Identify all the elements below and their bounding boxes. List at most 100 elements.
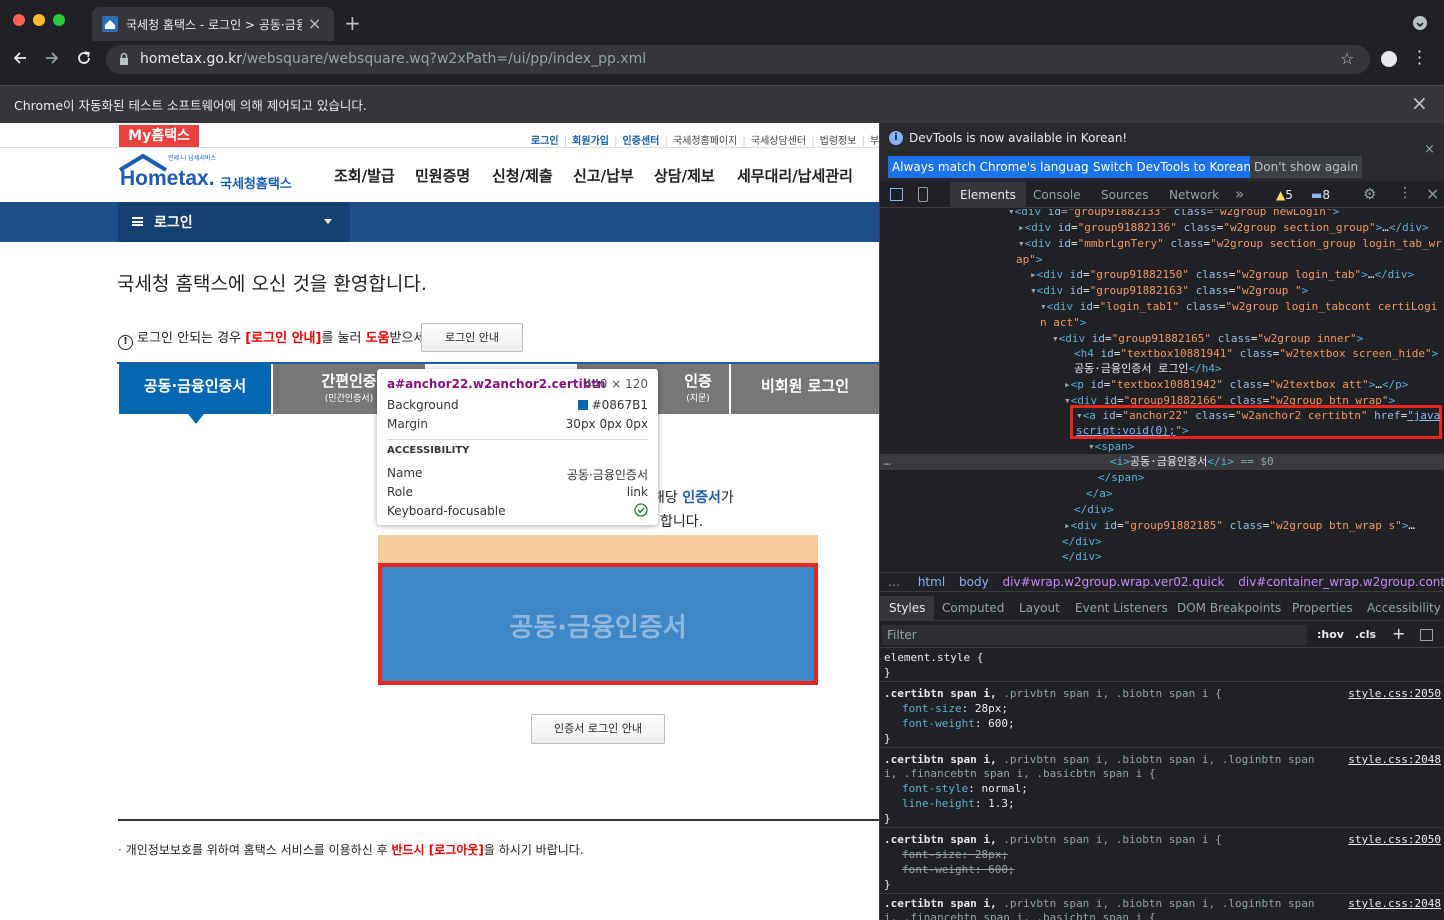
styles-pane[interactable]: element.style { } .certibtn span i, .pri… — [880, 649, 1444, 920]
rule-3-prop-2[interactable]: font-weight: 600; — [902, 862, 1015, 878]
browser-tab[interactable]: 국세청 홈택스 - 로그인 > 공동·금융인 × — [92, 7, 334, 41]
cls-toggle[interactable]: .cls — [1355, 628, 1376, 641]
rule-1-prop-1[interactable]: font-size: 28px; — [902, 701, 1008, 717]
cert-login-guide-button[interactable]: 인증서 로그인 안내 — [531, 714, 665, 744]
devtools-tab-sources[interactable]: Sources — [1101, 188, 1148, 202]
rule-3-source-link[interactable]: style.css:2050 — [1348, 832, 1441, 848]
devtools-tab-elements[interactable]: Elements — [950, 182, 1026, 208]
close-notice-icon[interactable]: × — [1424, 142, 1435, 157]
address-bar[interactable]: hometax.go.kr/websquare/websquare.wq?w2x… — [106, 45, 1370, 74]
my-hometax-badge[interactable]: My홈택스 — [119, 125, 199, 147]
add-rule-icon[interactable]: + — [1392, 624, 1405, 643]
switch-korean-button[interactable]: Switch DevTools to Korean — [1089, 156, 1256, 178]
dom-node[interactable]: ▾<div id="group91882163" class="w2group … — [1030, 283, 1308, 299]
warning-count-badge[interactable]: ▲5 — [1276, 188, 1293, 202]
rule-2-prop-2[interactable]: line-height: 1.3; — [902, 796, 1015, 812]
hov-toggle[interactable]: :hov — [1317, 628, 1344, 641]
gnb-consult[interactable]: 상담/제보 — [654, 165, 715, 186]
styles-tab-computed[interactable]: Computed — [942, 601, 1004, 615]
rule-1-source-link[interactable]: style.css:2050 — [1348, 686, 1441, 702]
top-link-dept[interactable]: 부서 — [870, 136, 879, 147]
dom-node[interactable]: ▾<div id="mmbrLgnTery" class="w2group se… — [1018, 236, 1442, 252]
breadcrumb-wrap[interactable]: div#wrap.w2group.wrap.ver02.quick — [1003, 575, 1225, 589]
breadcrumb-body[interactable]: body — [959, 575, 989, 589]
forward-icon[interactable] — [44, 50, 60, 70]
dont-show-again-button[interactable]: Don't show again — [1250, 156, 1363, 178]
selected-dom-node[interactable]: ▾<a id="anchor22" class="w2anchor2 certi… — [1076, 408, 1440, 424]
dom-node[interactable]: ▾<span> — [1088, 439, 1134, 455]
reload-icon[interactable] — [76, 50, 92, 70]
styles-tab-accessibility[interactable]: Accessibility — [1367, 601, 1441, 615]
breadcrumb-ellipsis[interactable]: … — [888, 575, 900, 589]
rule-4-source-link[interactable]: style.css:2048 — [1348, 896, 1441, 912]
dom-node[interactable]: ▸<div id="group91882150" class="w2group … — [1030, 267, 1414, 283]
rule-3-prop-1[interactable]: font-size: 28px; — [902, 847, 1008, 863]
dom-node[interactable]: <h4 id="textbox10881941" class="w2textbo… — [1074, 346, 1438, 362]
toggle-sidebar-icon[interactable] — [1420, 629, 1433, 641]
section-menu-dropdown[interactable]: 로그인 — [118, 202, 350, 242]
element-style-rule[interactable]: element.style { — [884, 650, 983, 666]
login-guide-button[interactable]: 로그인 안내 — [421, 323, 523, 352]
hometax-logo[interactable]: 언제 나 납세서비스 Hometax. 국세청홈택스 — [116, 153, 306, 197]
rule-1-prop-2[interactable]: font-weight: 600; — [902, 716, 1015, 732]
devtools-notice-text: DevTools is now available in Korean! — [909, 131, 1128, 145]
breadcrumb-container[interactable]: div#container_wrap.w2group.container — [1238, 575, 1444, 589]
tooltip-divider — [387, 439, 648, 440]
styles-filter-input[interactable]: Filter — [882, 625, 1307, 645]
dom-node[interactable]: ▸<p id="textbox10881942" class="w2textbo… — [1064, 377, 1408, 393]
styles-tab-layout[interactable]: Layout — [1019, 601, 1060, 615]
inspect-element-icon[interactable] — [890, 188, 903, 201]
tooltip-name-value: 공동·금융인증서 — [566, 468, 648, 482]
styles-tab-styles[interactable]: Styles — [880, 596, 935, 621]
gnb-report[interactable]: 신고/납부 — [573, 165, 634, 186]
styles-tab-properties[interactable]: Properties — [1292, 601, 1353, 615]
top-link-login[interactable]: 로그인 — [531, 136, 559, 147]
top-link-nts[interactable]: 국세청홈페이지 — [673, 136, 737, 147]
elements-tree[interactable]: ▾<div id="group91882133" class="w2group … — [880, 209, 1444, 565]
breadcrumb-html[interactable]: html — [918, 575, 945, 589]
gnb-apply[interactable]: 신청/제출 — [492, 165, 553, 186]
devtools-tab-console[interactable]: Console — [1033, 188, 1081, 202]
dom-node[interactable]: <i>공동·금융인증서</i> == $0 — [1110, 454, 1274, 470]
tab-search-icon[interactable] — [1413, 16, 1427, 30]
dom-node[interactable]: ▾<div id="group91882133" class="w2group … — [1008, 209, 1339, 220]
tab-nonmember[interactable]: 비회원 로그인 — [731, 364, 879, 414]
back-icon[interactable] — [12, 50, 28, 70]
minimize-window-button[interactable] — [33, 14, 45, 26]
close-window-button[interactable] — [13, 14, 25, 26]
chrome-menu-icon[interactable]: · · · — [1417, 44, 1422, 72]
more-tabs-icon[interactable]: » — [1235, 185, 1244, 203]
styles-tab-dom-breakpoints[interactable]: DOM Breakpoints — [1177, 601, 1281, 615]
style-rule-1[interactable]: .certibtn span i, .privbtn span i, .biob… — [884, 686, 1222, 702]
devtools-tab-network[interactable]: Network — [1169, 188, 1219, 202]
dom-node[interactable]: ▸<div id="group91882136" class="w2group … — [1018, 220, 1429, 236]
top-link-consult[interactable]: 국세상담센터 — [751, 136, 806, 147]
top-link-law[interactable]: 법령정보 — [820, 136, 857, 147]
maximize-window-button[interactable] — [53, 14, 65, 26]
device-toolbar-icon[interactable] — [918, 187, 928, 202]
rule-2-source-link[interactable]: style.css:2048 — [1348, 752, 1441, 768]
bookmark-star-icon[interactable]: ☆ — [1340, 49, 1354, 68]
close-infobar-icon[interactable]: × — [1411, 91, 1428, 115]
tab-joint-cert[interactable]: 공동·금융인증서 — [119, 364, 271, 414]
dom-node[interactable]: ▸<div id="group91882185" class="w2group … — [1064, 518, 1415, 534]
joint-cert-login-button[interactable]: 공동·금융인증서 — [378, 563, 818, 685]
dom-node[interactable]: ▾<div id="login_tab1" class="w2group log… — [1040, 299, 1437, 315]
gnb-inquiry[interactable]: 조회/발급 — [334, 165, 395, 186]
gnb-certificate[interactable]: 민원증명 — [415, 165, 470, 186]
gnb-agent[interactable]: 세무대리/납세관리 — [737, 165, 853, 186]
style-rule-3[interactable]: .certibtn span i, .privbtn span i, .biob… — [884, 832, 1222, 848]
devtools-menu-icon[interactable]: ⋮ — [1398, 185, 1412, 201]
message-count-badge[interactable]: ▬8 — [1311, 188, 1330, 202]
close-tab-icon[interactable]: × — [308, 14, 321, 33]
dom-node[interactable]: ▾<div id="group91882165" class="w2group … — [1052, 331, 1363, 347]
close-devtools-icon[interactable]: × — [1426, 184, 1439, 203]
top-link-join[interactable]: 회원가입 — [572, 136, 609, 147]
new-tab-button[interactable]: + — [344, 11, 361, 35]
styles-tab-event-listeners[interactable]: Event Listeners — [1075, 601, 1168, 615]
profile-icon[interactable] — [1381, 51, 1397, 67]
settings-gear-icon[interactable]: ⚙ — [1363, 185, 1376, 203]
top-link-cert-center[interactable]: 인증센터 — [623, 136, 660, 147]
rule-2-prop-1[interactable]: font-style: normal; — [902, 781, 1028, 797]
match-language-button[interactable]: Always match Chrome's language — [888, 156, 1100, 178]
